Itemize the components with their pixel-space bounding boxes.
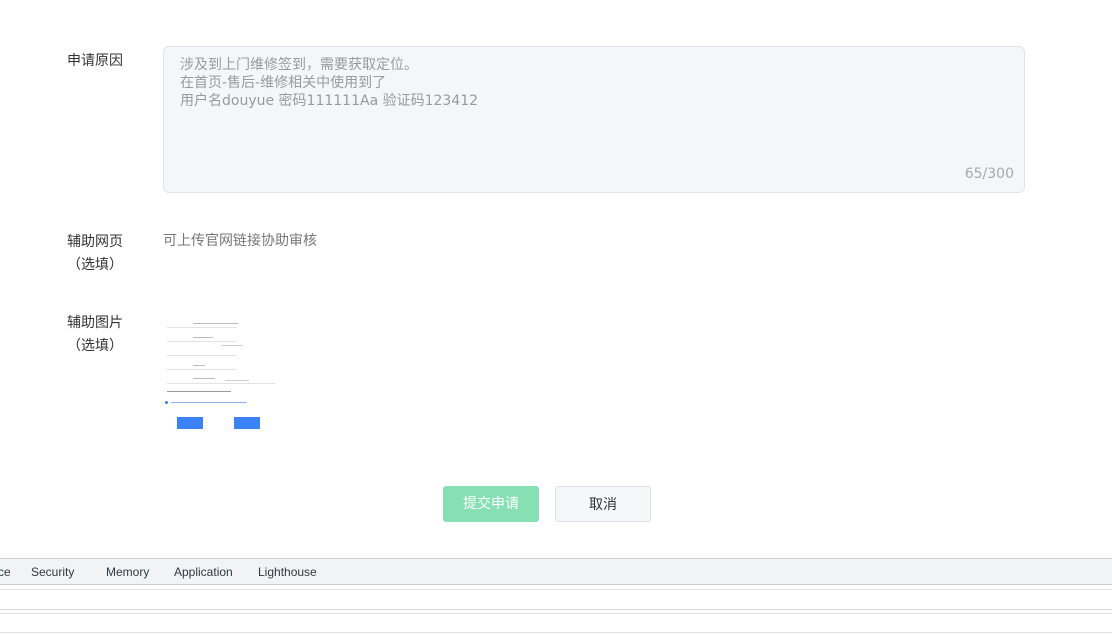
reason-text[interactable]: 涉及到上门维修签到，需要获取定位。 在首页-售后-维修相关中使用到了 用户名do… [180, 56, 478, 110]
thumb-line [193, 365, 205, 366]
page: 申请原因 涉及到上门维修签到，需要获取定位。 在首页-售后-维修相关中使用到了 … [0, 0, 1112, 634]
thumb-line [221, 345, 243, 346]
cancel-button[interactable]: 取消 [555, 486, 651, 522]
thumb-line [171, 402, 247, 403]
thumb-line [193, 378, 215, 379]
devtools-tab-application[interactable]: Application [174, 559, 233, 585]
image-label: 辅助图片 （选填） [67, 315, 123, 354]
thumb-button [177, 417, 203, 429]
devtools-tab-lighthouse[interactable]: Lighthouse [258, 559, 317, 585]
thumb-line [193, 323, 238, 324]
thumb-line [167, 383, 275, 384]
thumb-line [167, 355, 237, 356]
devtools-separator [0, 613, 1112, 614]
thumb-line [193, 337, 213, 338]
devtools-tab-memory[interactable]: Memory [106, 559, 149, 585]
char-count: 65/300 [964, 166, 1014, 182]
web-label: 辅助网页 （选填） [67, 234, 123, 273]
devtools-separator [0, 632, 1112, 633]
reason-label: 申请原因 [67, 53, 123, 69]
web-hint: 可上传官网链接协助审核 [163, 233, 317, 249]
devtools-tab-performance[interactable]: ce [0, 559, 11, 585]
devtools-separator [0, 589, 1112, 590]
thumb-dot [165, 401, 168, 404]
uploaded-image-thumbnail[interactable] [163, 316, 277, 432]
thumb-button [234, 417, 260, 429]
devtools-tab-security[interactable]: Security [31, 559, 74, 585]
thumb-line [167, 327, 237, 328]
thumb-line [167, 391, 231, 392]
reason-textarea[interactable]: 涉及到上门维修签到，需要获取定位。 在首页-售后-维修相关中使用到了 用户名do… [163, 46, 1025, 193]
thumb-line [167, 369, 237, 370]
devtools-separator [0, 609, 1112, 610]
devtools-body [0, 585, 1112, 634]
thumb-line [167, 341, 237, 342]
thumb-line [225, 380, 249, 381]
devtools-tab-bar: ce Security Memory Application Lighthous… [0, 559, 1112, 585]
submit-button[interactable]: 提交申请 [443, 486, 539, 522]
